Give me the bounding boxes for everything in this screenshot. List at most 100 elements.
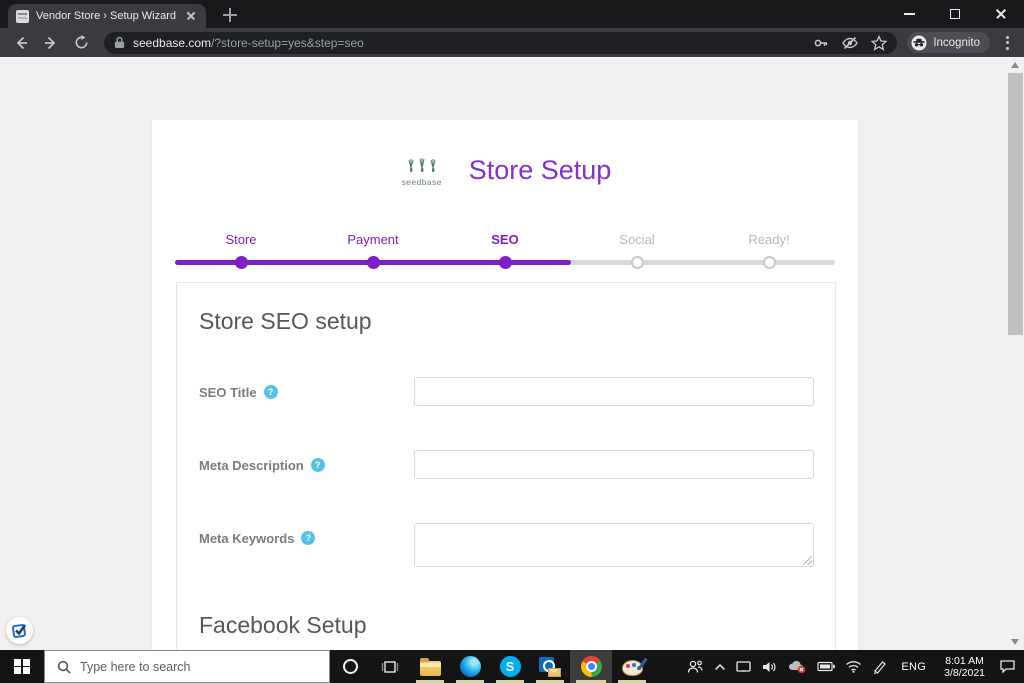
url-text: seedbase.com/?store-setup=yes&step=seo bbox=[133, 36, 805, 50]
progress-track bbox=[175, 256, 835, 269]
window-controls bbox=[886, 0, 1024, 28]
setup-stepper: Store Payment SEO Social Ready! bbox=[175, 232, 835, 269]
refresh-button[interactable] bbox=[68, 30, 94, 56]
help-icon[interactable]: ? bbox=[310, 458, 325, 472]
paint-button[interactable] bbox=[612, 650, 652, 683]
facebook-section-heading: Facebook Setup bbox=[199, 612, 367, 638]
chrome-icon bbox=[580, 656, 602, 677]
password-key-icon[interactable] bbox=[813, 35, 829, 51]
cortana-button[interactable] bbox=[330, 650, 370, 683]
scrollbar-thumb[interactable] bbox=[1008, 73, 1023, 335]
tab-close-icon[interactable] bbox=[184, 9, 198, 23]
step-payment[interactable]: Payment bbox=[307, 232, 439, 248]
clock[interactable]: 8:01 AM 3/8/2021 bbox=[940, 655, 989, 679]
file-explorer-icon bbox=[419, 657, 441, 676]
close-button[interactable] bbox=[978, 0, 1024, 28]
extension-check-badge[interactable] bbox=[6, 617, 33, 644]
taskbar-search[interactable] bbox=[44, 650, 330, 683]
tab-title: Vendor Store › Setup Wizard bbox=[36, 10, 177, 22]
windows-logo-icon bbox=[14, 658, 30, 675]
language-indicator[interactable]: ENG bbox=[897, 661, 930, 673]
people-button[interactable] bbox=[686, 659, 704, 675]
task-view-icon bbox=[381, 660, 399, 673]
action-center-button[interactable] bbox=[999, 659, 1016, 674]
meta-description-row: Meta Description ? bbox=[199, 450, 814, 480]
meta-keywords-label: Meta Keywords ? bbox=[199, 523, 316, 553]
meta-keywords-textarea[interactable] bbox=[414, 523, 814, 567]
browser-toolbar: seedbase.com/?store-setup=yes&step=seo I… bbox=[0, 28, 1024, 57]
scroll-up-arrow-icon[interactable] bbox=[1011, 62, 1019, 68]
lock-icon[interactable] bbox=[114, 36, 125, 49]
maximize-button[interactable] bbox=[932, 0, 978, 28]
step-dot-social bbox=[631, 256, 644, 269]
address-bar[interactable]: seedbase.com/?store-setup=yes&step=seo bbox=[104, 31, 898, 54]
resize-grip-icon[interactable] bbox=[803, 556, 812, 565]
url-domain: seedbase.com bbox=[133, 35, 212, 50]
meta-description-input[interactable] bbox=[414, 450, 814, 479]
step-seo[interactable]: SEO bbox=[439, 232, 571, 248]
help-icon[interactable]: ? bbox=[263, 385, 278, 399]
skype-button[interactable]: S bbox=[490, 650, 530, 683]
back-arrow-icon bbox=[16, 36, 27, 49]
eye-off-icon[interactable] bbox=[841, 35, 859, 51]
windows-ink-button[interactable] bbox=[872, 660, 887, 674]
step-social: Social bbox=[619, 232, 655, 247]
volume-button[interactable] bbox=[761, 660, 777, 674]
clock-time: 8:01 AM bbox=[945, 654, 984, 667]
step-store[interactable]: Store bbox=[175, 232, 307, 248]
tab-favicon-icon bbox=[16, 9, 29, 23]
cortana-icon bbox=[342, 659, 358, 674]
onedrive-cloud-icon bbox=[789, 660, 806, 674]
browser-tabstrip: Vendor Store › Setup Wizard bbox=[0, 0, 1024, 28]
start-button[interactable] bbox=[0, 650, 44, 683]
forward-button[interactable] bbox=[38, 30, 64, 56]
seedbase-sprouts-icon bbox=[408, 158, 436, 172]
seo-section-heading: Store SEO setup bbox=[199, 308, 372, 334]
seedbase-logo: seedbase bbox=[399, 154, 445, 187]
scroll-down-arrow-icon[interactable] bbox=[1011, 639, 1019, 645]
seo-form-panel: Store SEO setup SEO Title ? Meta Descrip… bbox=[176, 282, 836, 650]
windows-taskbar: S bbox=[0, 650, 1024, 683]
device-status-button[interactable] bbox=[736, 660, 752, 673]
new-tab-button[interactable] bbox=[222, 7, 238, 23]
back-button[interactable] bbox=[8, 30, 34, 56]
page-viewport: seedbase Store Setup Store Payment SEO S… bbox=[0, 57, 1024, 650]
wifi-button[interactable] bbox=[845, 660, 862, 673]
step-dot-store bbox=[235, 256, 248, 269]
speaker-icon bbox=[763, 661, 776, 672]
task-view-button[interactable] bbox=[370, 650, 410, 683]
meta-description-label: Meta Description ? bbox=[199, 450, 325, 480]
outlook-button[interactable] bbox=[530, 650, 570, 683]
file-explorer-button[interactable] bbox=[410, 650, 450, 683]
page-scrollbar[interactable] bbox=[1007, 57, 1024, 650]
browser-tab[interactable]: Vendor Store › Setup Wizard bbox=[8, 4, 206, 28]
paint-icon bbox=[621, 659, 643, 676]
chrome-button[interactable] bbox=[570, 650, 612, 683]
tray-overflow-button[interactable] bbox=[714, 663, 726, 671]
minimize-icon bbox=[903, 13, 915, 15]
seo-title-input[interactable] bbox=[414, 377, 814, 406]
chevron-up-icon bbox=[715, 663, 726, 670]
battery-button[interactable] bbox=[817, 661, 836, 672]
forward-arrow-icon bbox=[45, 36, 56, 49]
help-icon[interactable]: ? bbox=[301, 531, 316, 545]
omnibox-actions bbox=[813, 34, 888, 51]
incognito-badge: Incognito bbox=[907, 32, 990, 53]
seo-title-row: SEO Title ? bbox=[199, 377, 814, 407]
taskbar-search-input[interactable] bbox=[80, 659, 300, 674]
onedrive-button[interactable] bbox=[787, 659, 807, 674]
skype-icon: S bbox=[499, 656, 521, 677]
clock-date: 3/8/2021 bbox=[944, 666, 985, 679]
battery-icon bbox=[817, 661, 836, 672]
bookmark-star-icon[interactable] bbox=[871, 34, 888, 51]
maximize-icon bbox=[950, 9, 960, 19]
minimize-button[interactable] bbox=[886, 0, 932, 28]
step-ready: Ready! bbox=[748, 232, 790, 247]
page-title: Store Setup bbox=[468, 155, 612, 185]
browser-menu-button[interactable] bbox=[998, 32, 1016, 54]
outlook-icon bbox=[539, 656, 561, 677]
meta-keywords-field bbox=[414, 523, 814, 567]
edge-button[interactable] bbox=[450, 650, 490, 683]
setup-wizard-card: seedbase Store Setup Store Payment SEO S… bbox=[152, 120, 858, 650]
edge-icon bbox=[459, 656, 481, 677]
